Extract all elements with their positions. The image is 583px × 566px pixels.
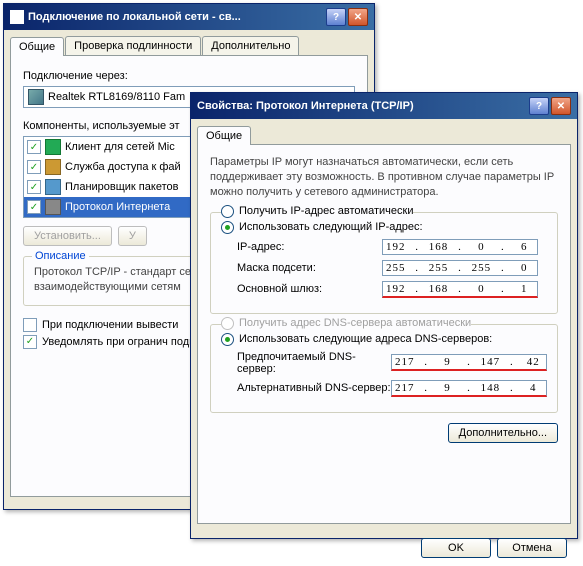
item-label: Планировщик пакетов bbox=[65, 181, 178, 193]
window-title: Свойства: Протокол Интернета (TCP/IP) bbox=[197, 100, 529, 112]
uninstall-button: У bbox=[118, 226, 147, 246]
tcpip-properties-window: Свойства: Протокол Интернета (TCP/IP) ? … bbox=[190, 92, 578, 539]
gateway-row: Основной шлюз: 192.168.0.1 bbox=[221, 281, 547, 298]
tabstrip: Общие bbox=[191, 119, 577, 144]
item-label: Служба доступа к фай bbox=[65, 161, 181, 173]
dns2-row: Альтернативный DNS-сервер: 217.9.148.4 bbox=[221, 380, 547, 397]
checkbox-icon[interactable]: ✓ bbox=[27, 140, 41, 154]
dns1-input[interactable]: 217.9.147.42 bbox=[391, 354, 547, 371]
dns1-label: Предпочитаемый DNS-сервер: bbox=[221, 351, 391, 375]
dns2-label: Альтернативный DNS-сервер: bbox=[221, 382, 391, 394]
radio-manual-ip[interactable]: Использовать следующий IP-адрес: bbox=[221, 221, 547, 234]
radio-icon bbox=[221, 333, 234, 346]
tabstrip: Общие Проверка подлинности Дополнительно bbox=[4, 30, 374, 55]
help-button[interactable]: ? bbox=[326, 8, 346, 26]
tabpanel-general: Параметры IP могут назначаться автоматич… bbox=[197, 144, 571, 524]
checkbox-icon bbox=[23, 318, 37, 332]
dns-group: Получить адрес DNS-сервера автоматически… bbox=[210, 324, 558, 413]
radio-label: Получить адрес DNS-сервера автоматически bbox=[239, 317, 471, 329]
radio-label: Использовать следующие адреса DNS-сервер… bbox=[239, 333, 492, 345]
ip-group: Получить IP-адрес автоматически Использо… bbox=[210, 212, 558, 314]
intro-text: Параметры IP могут назначаться автоматич… bbox=[210, 155, 558, 200]
window-title: Подключение по локальной сети - св... bbox=[28, 11, 326, 23]
tab-advanced[interactable]: Дополнительно bbox=[202, 36, 299, 55]
scheduler-icon bbox=[45, 179, 61, 195]
titlebar[interactable]: Свойства: Протокол Интернета (TCP/IP) ? … bbox=[191, 93, 577, 119]
mask-input[interactable]: 255.255.255.0 bbox=[382, 260, 538, 276]
dns1-row: Предпочитаемый DNS-сервер: 217.9.147.42 bbox=[221, 351, 547, 375]
tab-general[interactable]: Общие bbox=[10, 37, 64, 56]
tab-general[interactable]: Общие bbox=[197, 126, 251, 145]
protocol-icon bbox=[45, 199, 61, 215]
description-legend: Описание bbox=[32, 250, 89, 262]
cancel-button[interactable]: Отмена bbox=[497, 538, 567, 558]
radio-manual-dns[interactable]: Использовать следующие адреса DNS-сервер… bbox=[221, 333, 547, 346]
mask-label: Маска подсети: bbox=[221, 262, 382, 274]
gateway-input[interactable]: 192.168.0.1 bbox=[382, 281, 538, 298]
gateway-label: Основной шлюз: bbox=[221, 283, 382, 295]
checkbox-label: При подключении вывести bbox=[42, 319, 178, 331]
ip-label: IP-адрес: bbox=[221, 241, 382, 253]
ok-button[interactable]: OK bbox=[421, 538, 491, 558]
client-icon bbox=[45, 139, 61, 155]
mask-row: Маска подсети: 255.255.255.0 bbox=[221, 260, 547, 276]
radio-auto-dns: Получить адрес DNS-сервера автоматически bbox=[221, 317, 471, 330]
radio-icon bbox=[221, 205, 234, 218]
checkbox-icon[interactable]: ✓ bbox=[27, 160, 41, 174]
radio-label: Получить IP-адрес автоматически bbox=[239, 205, 413, 217]
checkbox-icon[interactable]: ✓ bbox=[27, 180, 41, 194]
checkbox-icon[interactable]: ✓ bbox=[27, 200, 41, 214]
adapter-name: Realtek RTL8169/8110 Fam bbox=[48, 91, 185, 103]
ip-input[interactable]: 192.168.0.6 bbox=[382, 239, 538, 255]
checkbox-icon: ✓ bbox=[23, 335, 37, 349]
window-icon bbox=[10, 10, 24, 24]
titlebar[interactable]: Подключение по локальной сети - св... ? … bbox=[4, 4, 374, 30]
dialog-buttons: OK Отмена bbox=[191, 530, 577, 566]
radio-icon bbox=[221, 221, 234, 234]
close-button[interactable]: ✕ bbox=[551, 97, 571, 115]
dns2-input[interactable]: 217.9.148.4 bbox=[391, 380, 547, 397]
radio-auto-ip[interactable]: Получить IP-адрес автоматически bbox=[221, 205, 413, 218]
radio-icon bbox=[221, 317, 234, 330]
ip-row: IP-адрес: 192.168.0.6 bbox=[221, 239, 547, 255]
advanced-button[interactable]: Дополнительно... bbox=[448, 423, 558, 443]
help-button[interactable]: ? bbox=[529, 97, 549, 115]
tab-auth[interactable]: Проверка подлинности bbox=[65, 36, 201, 55]
item-label: Протокол Интернета bbox=[65, 201, 170, 213]
item-label: Клиент для сетей Mic bbox=[65, 141, 175, 153]
close-button[interactable]: ✕ bbox=[348, 8, 368, 26]
service-icon bbox=[45, 159, 61, 175]
install-button: Установить... bbox=[23, 226, 112, 246]
nic-icon bbox=[28, 89, 44, 105]
radio-label: Использовать следующий IP-адрес: bbox=[239, 221, 423, 233]
connect-via-label: Подключение через: bbox=[23, 70, 355, 82]
